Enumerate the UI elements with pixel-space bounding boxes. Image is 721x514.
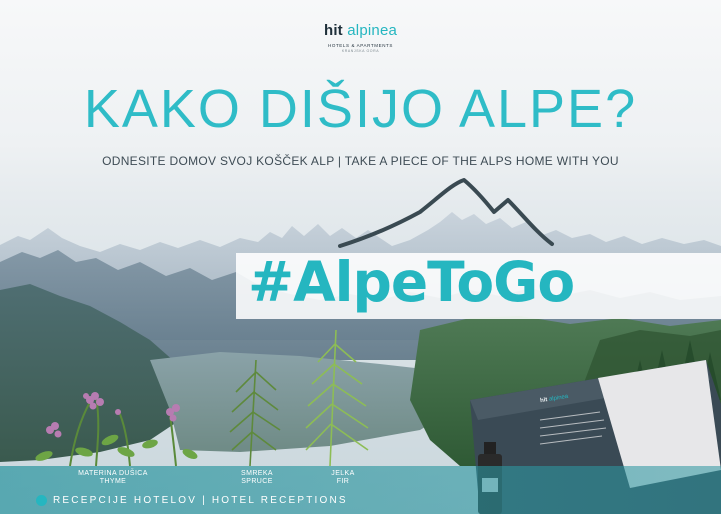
- headline: KAKO DIŠIJO ALPE?: [83, 79, 638, 139]
- brand-hit: hit: [323, 22, 343, 39]
- herb-label-fir: JELKA FIR: [318, 470, 368, 486]
- herb-label-line2: SPRUCE: [241, 478, 273, 485]
- poster: hit alpinea HOTELS & APARTMENTS KRANJSKA…: [0, 0, 721, 514]
- reception-text: RECEPCIJE HOTELOV | HOTEL RECEPTIONS: [53, 495, 348, 506]
- herb-label-line2: FIR: [336, 478, 350, 485]
- brand-wordmark: hit alpinea: [0, 22, 721, 39]
- product-box-hit: hit: [539, 397, 548, 405]
- brand-logo: hit alpinea HOTELS & APARTMENTS KRANJSKA…: [0, 22, 721, 53]
- location-dot-icon: [36, 495, 47, 506]
- herb-label-line1: SMREKA: [241, 470, 273, 477]
- brand-alpinea: alpinea: [347, 22, 398, 39]
- herb-label-thyme: MATERINA DUŠICA THYME: [58, 470, 168, 486]
- reception-row: RECEPCIJE HOTELOV | HOTEL RECEPTIONS: [36, 495, 348, 506]
- herb-label-line1: MATERINA DUŠICA: [78, 470, 148, 477]
- herb-label-spruce: SMREKA SPRUCE: [222, 470, 292, 486]
- brand-subtitle: HOTELS & APARTMENTS: [328, 43, 393, 48]
- herb-label-line1: JELKA: [331, 470, 355, 477]
- hashtag: #AlpeToGo: [248, 250, 575, 314]
- herb-label-line2: THYME: [99, 478, 127, 485]
- brand-tagline: KRANJSKA GORA: [341, 49, 380, 53]
- subline: ODNESITE DOMOV SVOJ KOŠČEK ALP | TAKE A …: [102, 154, 619, 168]
